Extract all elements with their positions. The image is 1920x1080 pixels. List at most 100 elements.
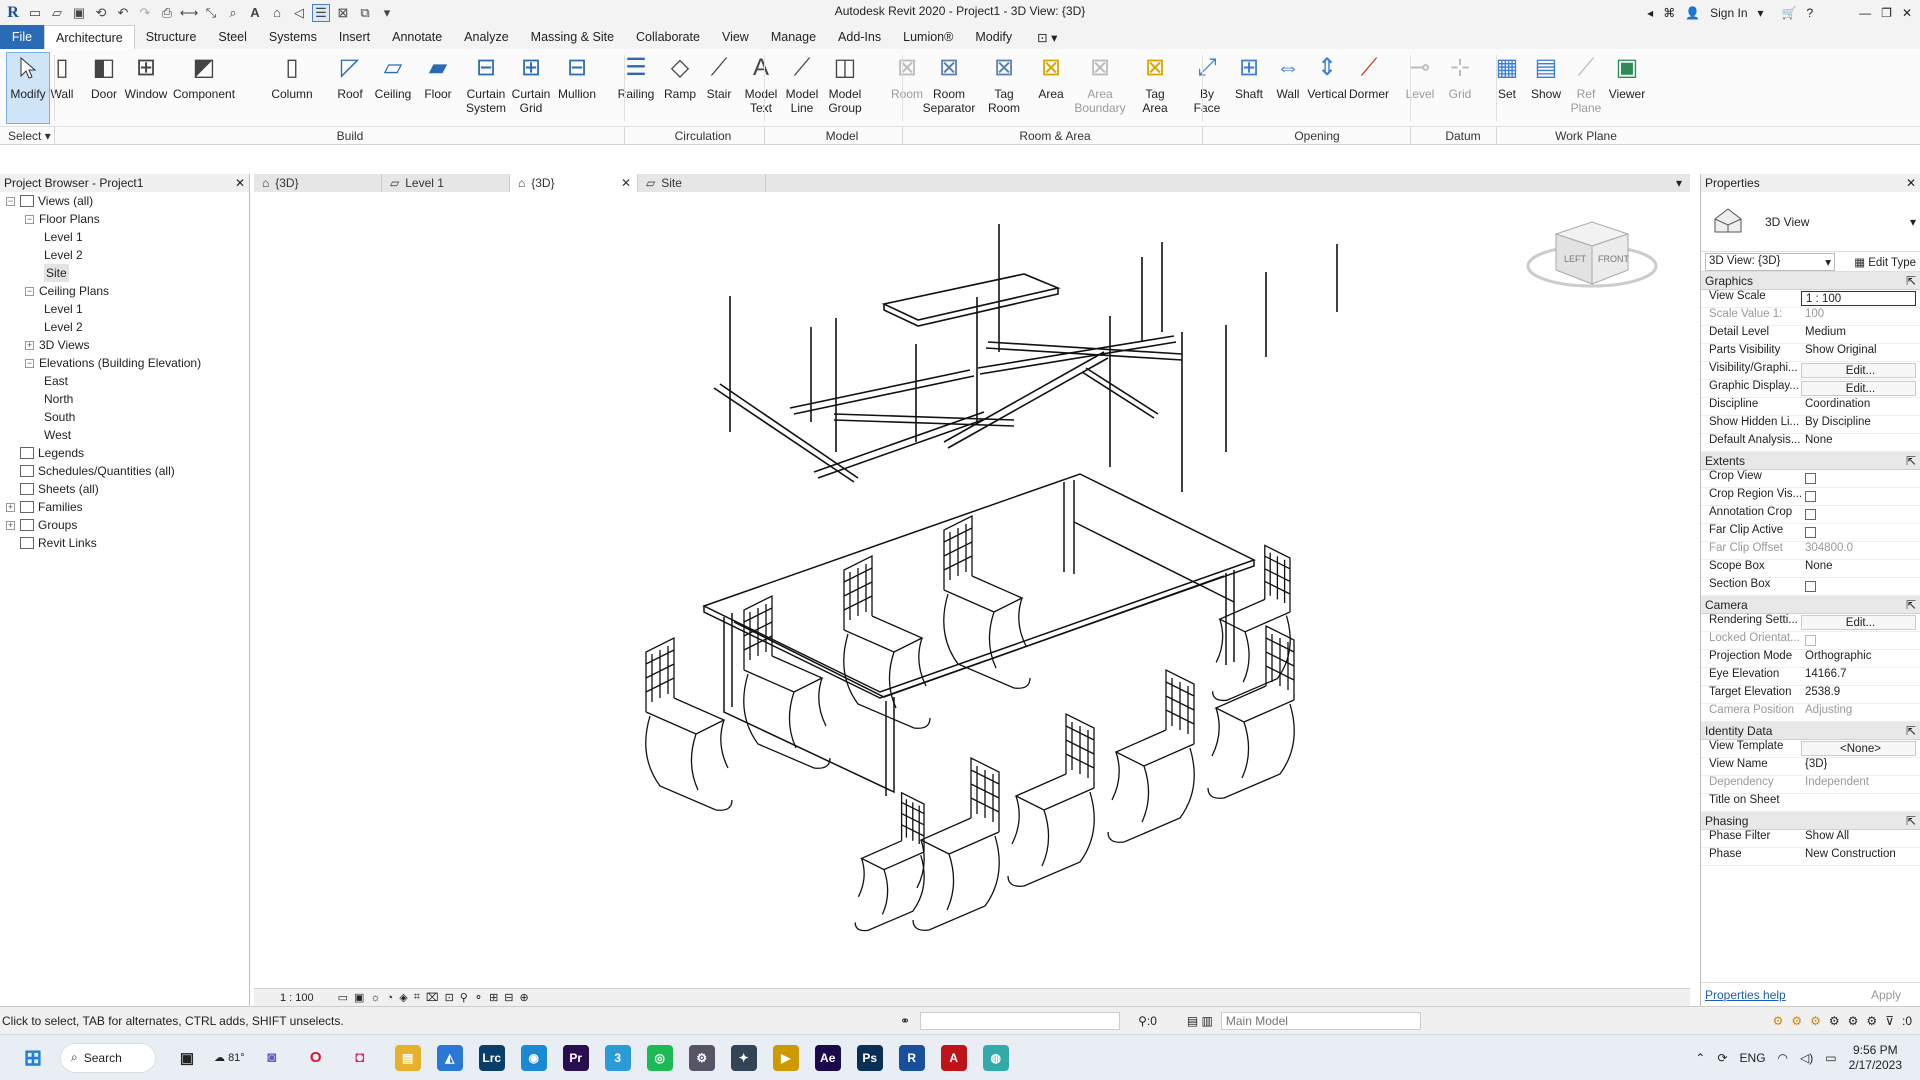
property-edit-button[interactable]: <None> xyxy=(1801,741,1916,756)
tab-systems[interactable]: Systems xyxy=(258,25,328,49)
measure-icon[interactable]: ⟷ xyxy=(180,4,199,22)
tree-item[interactable]: Level 1 xyxy=(0,228,249,246)
close-icon[interactable]: ✕ xyxy=(235,176,245,190)
property-value[interactable]: By Discipline xyxy=(1801,416,1920,433)
3d-canvas[interactable]: LEFT FRONT xyxy=(254,192,1690,988)
ribbon-shaft-button[interactable]: ⊞ Shaft xyxy=(1227,53,1271,102)
tree-item[interactable]: Schedules/Quantities (all) xyxy=(0,462,249,480)
property-value[interactable]: Show Original xyxy=(1801,344,1920,361)
temporary-view-icon[interactable]: ⊞ xyxy=(489,991,498,1004)
expand-icon[interactable]: + xyxy=(6,520,15,530)
edit-type-button[interactable]: ▦ Edit Type xyxy=(1854,255,1916,269)
dropdown-icon[interactable]: ▾ xyxy=(1758,6,1764,20)
ribbon-roof-button[interactable]: ◸ Roof xyxy=(328,53,372,102)
tree-item[interactable]: Revit Links xyxy=(0,534,249,552)
premiere-icon[interactable]: Pr xyxy=(562,1044,589,1071)
property-value[interactable]: None xyxy=(1801,434,1920,451)
chevron-up-icon[interactable]: ⌃ xyxy=(1695,1051,1705,1065)
property-value[interactable]: Coordination xyxy=(1801,398,1920,415)
tree-item[interactable]: East xyxy=(0,372,249,390)
volume-icon[interactable]: ◁) xyxy=(1800,1051,1813,1065)
tab-collaborate[interactable]: Collaborate xyxy=(625,25,711,49)
tree-item[interactable]: Sheets (all) xyxy=(0,480,249,498)
render-icon[interactable]: ◈ xyxy=(399,991,407,1004)
revit-logo-icon[interactable]: R xyxy=(4,4,22,22)
tab-annotate[interactable]: Annotate xyxy=(381,25,453,49)
teams-icon[interactable]: ◙ xyxy=(255,1041,289,1075)
ribbon-minimize-icon[interactable]: ⊡ ▾ xyxy=(1037,30,1057,45)
property-edit-button[interactable]: Edit... xyxy=(1801,615,1916,630)
collapse-icon[interactable]: − xyxy=(25,286,34,296)
property-value[interactable]: 14166.7 xyxy=(1801,668,1920,685)
redo-icon[interactable]: ↷ xyxy=(136,4,154,22)
design-option-dropdown[interactable]: Main Model xyxy=(1220,1011,1421,1030)
thin-lines-icon[interactable]: ☰ xyxy=(312,3,330,22)
apply-button[interactable]: Apply xyxy=(1871,988,1917,1002)
select-by-face-icon[interactable]: ⚙ xyxy=(1829,1014,1840,1028)
ribbon-model-line-button[interactable]: ⟋ Model Line xyxy=(780,53,824,116)
text-icon[interactable]: A xyxy=(246,4,264,22)
tab-architecture[interactable]: Architecture xyxy=(44,25,135,49)
property-value[interactable]: 2538.9 xyxy=(1801,686,1920,703)
ribbon-component-button[interactable]: ◩ Component xyxy=(173,53,235,102)
close-icon[interactable]: ✕ xyxy=(1906,176,1916,190)
property-value[interactable] xyxy=(1801,488,1920,505)
ribbon-window-button[interactable]: ⊞ Window xyxy=(124,53,168,102)
wifi-icon[interactable]: ◠ xyxy=(1778,1051,1788,1065)
cart-icon[interactable]: 🛒 xyxy=(1782,6,1797,20)
new-icon[interactable]: ▭ xyxy=(26,4,44,22)
ribbon-grid-button[interactable]: ⊹ Grid xyxy=(1438,53,1482,102)
chevron-left-icon[interactable]: ◂ xyxy=(1647,6,1653,20)
tree-item[interactable]: Level 1 xyxy=(0,300,249,318)
help-icon[interactable]: ? xyxy=(1806,6,1813,20)
opera-icon[interactable]: O xyxy=(299,1041,333,1075)
app-gear-icon[interactable]: ⚙ xyxy=(688,1044,715,1071)
ribbon-column-button[interactable]: ▯ Column xyxy=(270,53,314,102)
sync-tray-icon[interactable]: ⟳ xyxy=(1717,1051,1727,1065)
customize-qat-icon[interactable]: ▾ xyxy=(378,4,396,22)
tree-item[interactable]: Level 2 xyxy=(0,246,249,264)
task-view-icon[interactable]: ▣ xyxy=(170,1041,204,1075)
default-3d-icon[interactable]: ⌂ xyxy=(268,4,286,22)
property-value[interactable]: New Construction xyxy=(1801,848,1920,865)
expand-icon[interactable]: + xyxy=(25,340,34,350)
property-value[interactable]: Show All xyxy=(1801,830,1920,847)
tag-icon[interactable]: ⌕ xyxy=(224,4,242,22)
property-group-header[interactable]: Graphics ⇱ xyxy=(1701,272,1920,290)
print-icon[interactable]: ⎙ xyxy=(158,4,176,22)
tree-item[interactable]: West xyxy=(0,426,249,444)
viewcube[interactable]: LEFT FRONT xyxy=(1526,221,1658,288)
photoshop-icon[interactable]: Ps xyxy=(856,1044,883,1071)
tree-item[interactable]: +3D Views xyxy=(0,336,249,354)
ribbon-show-button[interactable]: ▤ Show xyxy=(1524,53,1568,102)
tab-massing-site[interactable]: Massing & Site xyxy=(520,25,625,49)
undo-icon[interactable]: ↶ xyxy=(114,4,132,22)
sun-path-icon[interactable]: ☼ xyxy=(370,992,380,1004)
detail-level-icon[interactable]: ▭ xyxy=(338,991,348,1004)
visual-style-icon[interactable]: ▣ xyxy=(354,991,364,1004)
ribbon-model-text-button[interactable]: A Model Text xyxy=(739,53,783,116)
switch-windows-icon[interactable]: ⧉ xyxy=(356,4,374,22)
property-value[interactable] xyxy=(1801,524,1920,541)
property-group-header[interactable]: Phasing ⇱ xyxy=(1701,812,1920,830)
collapse-group-icon[interactable]: ⇱ xyxy=(1906,598,1916,612)
ribbon-dormer-button[interactable]: ⟋ Dormer xyxy=(1347,53,1391,102)
properties-help-link[interactable]: Properties help xyxy=(1705,988,1786,1002)
ribbon-door-button[interactable]: ◧ Door xyxy=(82,53,126,102)
ribbon-ramp-button[interactable]: ◇ Ramp xyxy=(658,53,702,102)
collapse-icon[interactable]: − xyxy=(6,196,15,206)
ribbon-level-button[interactable]: ⊸ Level xyxy=(1398,53,1442,102)
crop-region-icon[interactable]: ⌧ xyxy=(426,991,439,1004)
hide-isolate-icon[interactable]: ⚲ xyxy=(460,991,468,1004)
lock-view-icon[interactable]: ⊡ xyxy=(445,991,454,1004)
tree-item[interactable]: + Families xyxy=(0,498,249,516)
instance-dropdown[interactable]: 3D View: {3D} ▾ xyxy=(1705,252,1835,271)
ribbon-curtain-system-button[interactable]: ⊟ Curtain System xyxy=(464,53,508,116)
ribbon-by-face-button[interactable]: ⤢ By Face xyxy=(1185,53,1229,116)
user-icon[interactable]: 👤 xyxy=(1685,6,1700,20)
tree-item[interactable]: − Ceiling Plans xyxy=(0,282,249,300)
property-value[interactable]: Medium xyxy=(1801,326,1920,343)
section-icon[interactable]: ◁ xyxy=(290,4,308,22)
aligned-dimension-icon[interactable]: ⤡ xyxy=(202,4,220,22)
background-processes-icon[interactable]: ⚙ xyxy=(1866,1014,1877,1028)
